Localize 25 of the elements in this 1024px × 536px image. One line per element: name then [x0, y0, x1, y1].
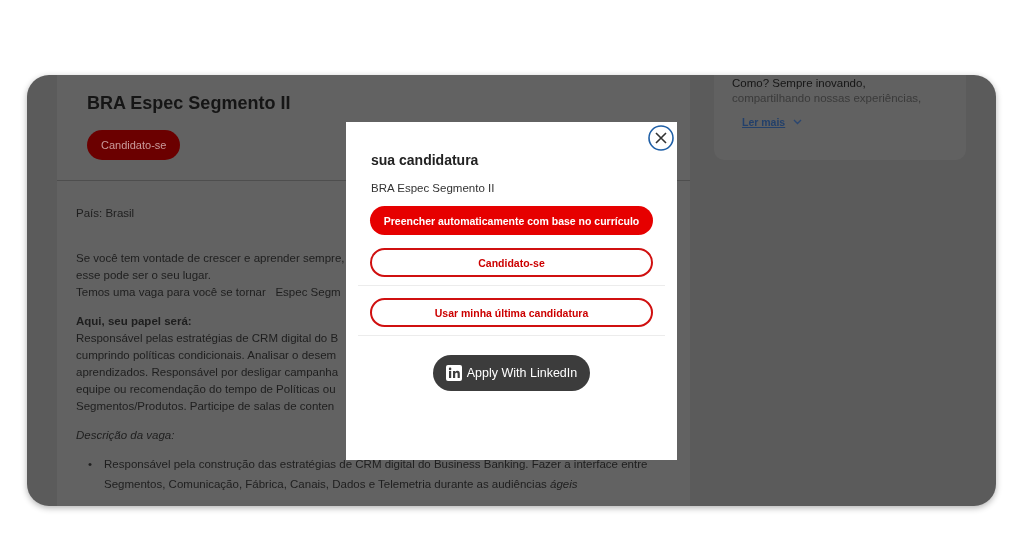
close-icon[interactable]: [648, 125, 674, 151]
intro-text-line: Temos uma vaga para você se tornar Espec Segm: [76, 285, 341, 300]
option-button[interactable]: Candidato-se: [370, 248, 653, 277]
option-button[interactable]: Preencher automaticamente com base no currículo: [370, 206, 653, 235]
role-text-line: cumprindo políticas condicionais. Analisar o desem: [76, 348, 337, 363]
role-heading: Aqui, seu papel será:: [76, 314, 192, 329]
role-text-line: Responsável pelas estratégias de CRM digital do B: [76, 331, 339, 346]
role-text-line: Segmentos/Produtos. Participe de salas de conten: [76, 399, 335, 414]
role-text-line: aprendizados. Responsável por desligar campanha: [76, 365, 339, 380]
job-title: BRA Espec Segmento II: [87, 93, 292, 114]
country-text: País: Brasil: [76, 206, 135, 221]
linkedin-button[interactable]: Apply With LinkedIn: [432, 355, 591, 391]
option-button[interactable]: Usar minha última candidatura: [370, 298, 653, 327]
bullet-text: Responsável pela construção das estratégias de CRM digital do Business Banking. Fazer a interface entre Segmentos, Comunicação, Fábrica, Canais, Dados e Telemetria durante as audiências ágeis: [104, 457, 648, 492]
linkedin-icon: [445, 365, 462, 381]
dialog-title: sua candidatura: [370, 152, 480, 168]
description-heading: Descrição da vaga:: [76, 428, 175, 443]
role-text-line: equipe ou recomendação do tempo de Políticas ou: [76, 382, 336, 397]
dialog-subtitle: BRA Espec Segmento II: [370, 182, 496, 194]
bullet-marker: •: [88, 457, 93, 472]
chevron-down-icon: [793, 119, 803, 125]
card-text-line: Como? Sempre inovando,: [732, 76, 867, 91]
apply-button[interactable]: Candidato-se: [87, 130, 181, 160]
intro-text-line: esse pode ser o seu lugar.: [76, 268, 211, 283]
intro-text-line: Se você tem vontade de crescer e aprender sempre,: [76, 251, 345, 266]
